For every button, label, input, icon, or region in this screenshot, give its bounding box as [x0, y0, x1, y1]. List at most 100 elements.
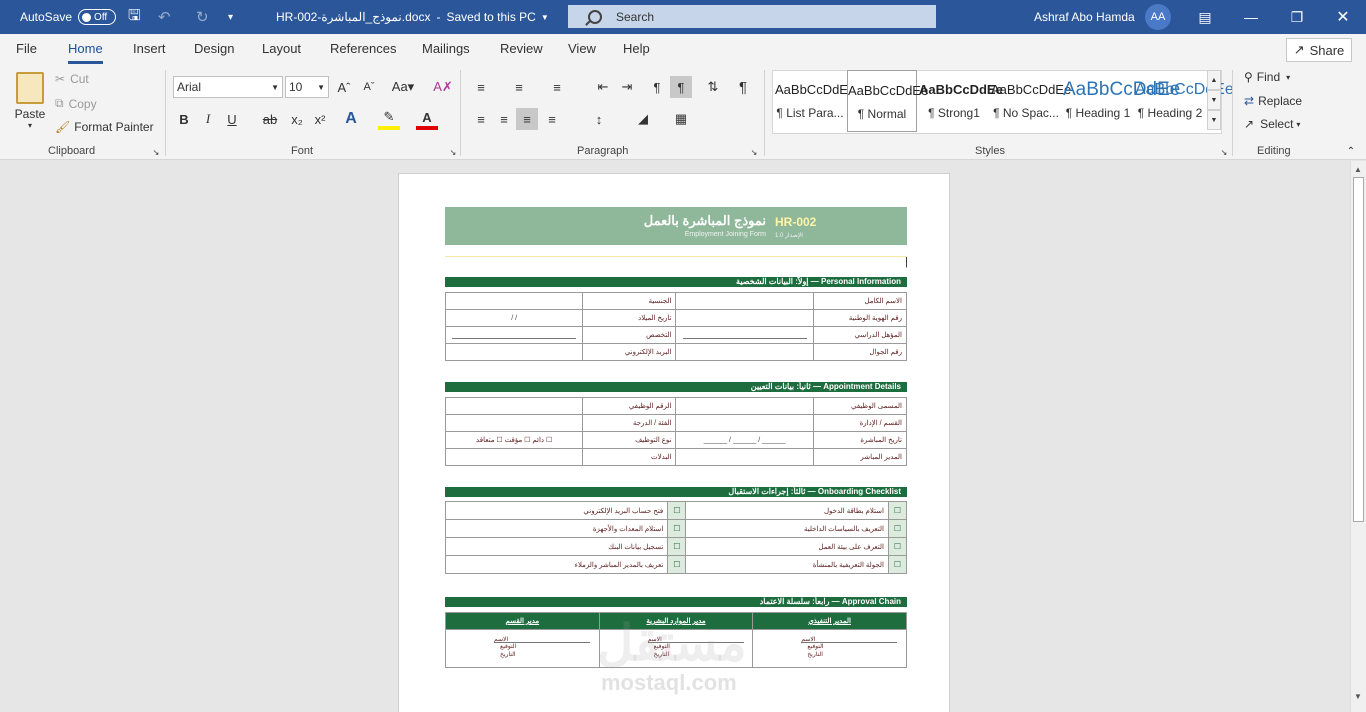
format-painter-button[interactable]: 🖌 Format Painter — [55, 120, 154, 134]
tab-design[interactable]: Design — [194, 34, 234, 66]
restore-icon[interactable]: ❐ — [1274, 0, 1320, 34]
underline-icon[interactable]: U — [221, 108, 243, 130]
font-color-icon[interactable]: A — [416, 108, 438, 130]
change-case-icon[interactable]: Aa▾ — [388, 76, 418, 98]
line-spacing-icon[interactable]: ↕ — [588, 108, 610, 130]
tab-home[interactable]: Home — [68, 34, 103, 66]
form-field[interactable] — [675, 343, 814, 361]
checkbox[interactable]: ☐ — [888, 519, 907, 538]
avatar[interactable]: AA — [1145, 4, 1171, 30]
font-size-select[interactable]: 10 ▼ — [285, 76, 329, 98]
user-name[interactable]: Ashraf Abo Hamda — [1034, 0, 1135, 34]
align-center-icon[interactable]: ≡ — [493, 108, 515, 130]
form-field[interactable] — [675, 414, 814, 432]
show-marks-icon[interactable]: ¶ — [732, 76, 754, 98]
clipboard-launcher-icon[interactable]: ↘ — [150, 146, 162, 158]
scrollbar-thumb[interactable] — [1353, 177, 1364, 522]
tab-mailings[interactable]: Mailings — [422, 34, 470, 66]
share-button[interactable]: ↗ Share — [1286, 38, 1352, 62]
paste-button[interactable]: Paste ▾ — [12, 72, 48, 130]
justify-icon[interactable]: ≡ — [541, 108, 563, 130]
form-field[interactable] — [444, 414, 584, 432]
numbering-icon[interactable]: ≡ — [508, 76, 530, 98]
ribbon-display-icon[interactable]: ▤ — [1182, 0, 1228, 34]
style-strong1[interactable]: AaBbCcDdEe ¶ Strong1 — [919, 70, 1003, 132]
shrink-font-icon[interactable]: Aˇ — [358, 76, 380, 98]
search-box[interactable]: Search — [568, 5, 936, 28]
style-list-paragraph[interactable]: AaBbCcDdEe ¶ List Para... — [775, 70, 855, 132]
tab-view[interactable]: View — [568, 34, 596, 66]
italic-icon[interactable]: I — [197, 108, 219, 130]
form-field[interactable] — [675, 397, 814, 415]
document-title[interactable]: HR-002-نموذج_المباشرة.docx - Saved to th… — [276, 0, 549, 34]
vertical-scrollbar[interactable]: ▲ ▼ — [1350, 161, 1366, 712]
collapse-ribbon-icon[interactable]: ⌃ — [1344, 144, 1358, 158]
style-heading-1[interactable]: AaBbCcDdEe ¶ Heading 1 — [1063, 70, 1180, 132]
replace-button[interactable]: ⇄ Replace — [1244, 94, 1302, 108]
checkbox[interactable]: ☐ — [888, 501, 907, 520]
form-field[interactable] — [444, 343, 584, 361]
style-normal[interactable]: AaBbCcDdEe ¶ Normal — [847, 70, 928, 132]
tab-insert[interactable]: Insert — [133, 34, 166, 66]
paragraph-launcher-icon[interactable]: ↘ — [748, 146, 760, 158]
borders-icon[interactable]: ▦ — [670, 108, 692, 130]
find-button[interactable]: ⚲ Find ▾ — [1244, 70, 1290, 84]
style-no-spacing[interactable]: AaBbCcDdEe ¶ No Spac... — [991, 70, 1071, 132]
checkbox[interactable]: ☐ — [667, 537, 687, 556]
tab-references[interactable]: References — [330, 34, 396, 66]
font-launcher-icon[interactable]: ↘ — [447, 146, 459, 158]
employment-type-options[interactable]: ☐ دائم ☐ مؤقت ☐ متعاقد — [444, 431, 584, 449]
form-field[interactable] — [444, 292, 584, 310]
form-field[interactable] — [675, 309, 814, 327]
copy-button[interactable]: ⧉ Copy — [55, 96, 97, 111]
scroll-up-icon[interactable]: ▲ — [1354, 165, 1362, 174]
subscript-icon[interactable]: x₂ — [286, 108, 308, 130]
text-effects-icon[interactable]: A — [340, 108, 362, 130]
autosave-toggle[interactable]: Off — [78, 9, 117, 25]
signature-cell[interactable]: الاسم التوقيع التاريخ — [445, 629, 600, 668]
style-heading-2[interactable]: AaBbCcDdEe ¶ Heading 2 — [1135, 70, 1234, 132]
form-field[interactable] — [444, 448, 584, 466]
bold-icon[interactable]: B — [173, 108, 195, 130]
checkbox[interactable]: ☐ — [888, 537, 907, 556]
close-icon[interactable]: ✕ — [1320, 0, 1366, 34]
cut-button[interactable]: ✂ Cut — [55, 72, 89, 86]
autosave[interactable]: AutoSave Off — [20, 0, 117, 34]
ltr-direction-icon[interactable]: ¶ — [646, 76, 668, 98]
scroll-down-icon[interactable]: ▼ — [1354, 692, 1362, 701]
select-button[interactable]: ↗ Select ▾ — [1244, 117, 1300, 131]
form-field[interactable]: _ — [675, 326, 814, 344]
decrease-indent-icon[interactable]: ⇤ — [592, 76, 614, 98]
checkbox[interactable]: ☐ — [667, 555, 687, 574]
form-field[interactable]: _ — [444, 326, 584, 344]
superscript-icon[interactable]: x² — [309, 108, 331, 130]
align-right-icon[interactable]: ≡ — [516, 108, 538, 130]
shading-icon[interactable]: ◢ — [632, 108, 654, 130]
increase-indent-icon[interactable]: ⇥ — [616, 76, 638, 98]
tab-layout[interactable]: Layout — [262, 34, 301, 66]
checkbox[interactable]: ☐ — [667, 501, 687, 520]
undo-icon[interactable]: ↶ — [158, 0, 171, 34]
styles-scroll-down-icon[interactable]: ▼ — [1207, 90, 1221, 110]
form-field[interactable] — [444, 397, 584, 415]
rtl-direction-icon[interactable]: ¶ — [670, 76, 692, 98]
form-field[interactable] — [675, 292, 814, 310]
tab-review[interactable]: Review — [500, 34, 543, 66]
strikethrough-icon[interactable]: ab — [259, 108, 281, 130]
redo-icon[interactable]: ↻ — [196, 0, 209, 34]
signature-cell[interactable]: الاسم التوقيع التاريخ — [752, 629, 907, 668]
align-left-icon[interactable]: ≡ — [470, 108, 492, 130]
checkbox[interactable]: ☐ — [888, 555, 907, 574]
minimize-icon[interactable]: — — [1228, 0, 1274, 34]
multilevel-list-icon[interactable]: ≡ — [546, 76, 568, 98]
styles-launcher-icon[interactable]: ↘ — [1218, 146, 1230, 158]
sort-icon[interactable]: ⇅ — [702, 76, 724, 98]
highlight-icon[interactable]: ✎ — [378, 108, 400, 130]
clear-formatting-icon[interactable]: A✗ — [432, 76, 454, 98]
bullets-icon[interactable]: ≡ — [470, 76, 492, 98]
save-icon[interactable]: 🖫 — [128, 0, 141, 34]
checkbox[interactable]: ☐ — [667, 519, 687, 538]
customize-qat-icon[interactable]: ▾ — [228, 0, 233, 34]
styles-more-icon[interactable]: ▼ — [1207, 110, 1221, 130]
document-page[interactable]: HR-002 نموذج المباشرة بالعمل Employment … — [398, 173, 950, 712]
